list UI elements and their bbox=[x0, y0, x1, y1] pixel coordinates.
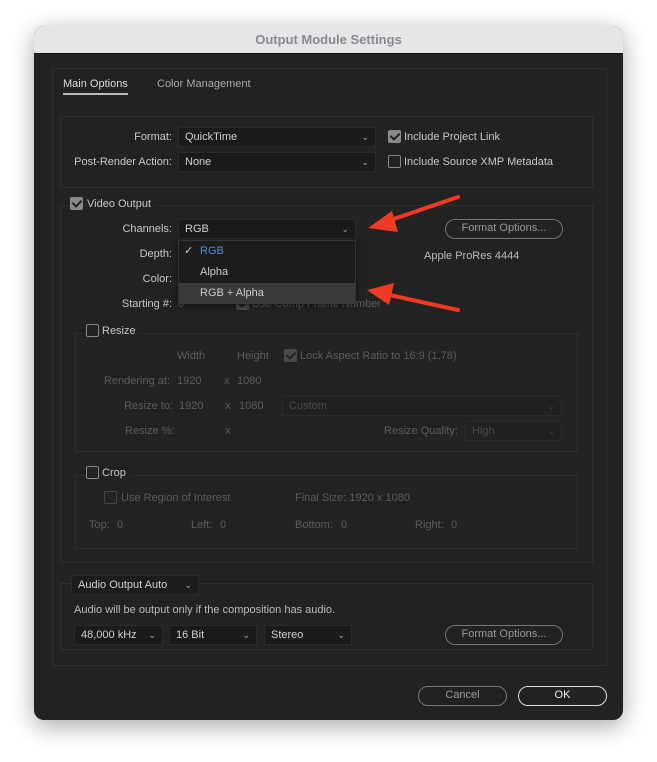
red-arrow-icon bbox=[368, 195, 460, 232]
annotation-arrows bbox=[367, 195, 460, 312]
red-arrow-icon bbox=[367, 283, 460, 312]
